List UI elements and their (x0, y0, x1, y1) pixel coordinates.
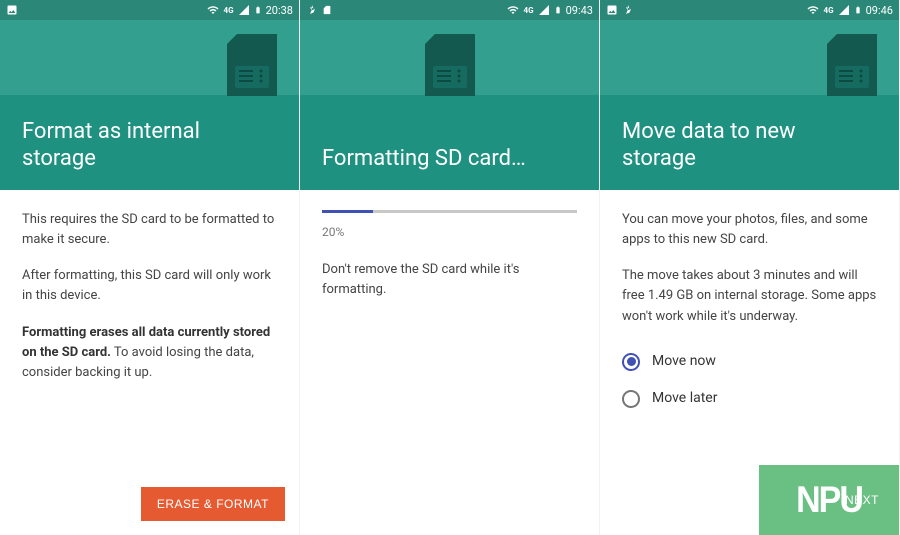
image-icon (6, 4, 18, 16)
wifi-icon (806, 4, 820, 16)
radio-label: Move later (652, 388, 717, 410)
clock: 20:38 (266, 4, 293, 17)
body-text: Don't remove the SD card while it's form… (322, 260, 577, 300)
battery-icon (254, 4, 262, 16)
sd-card-icon (227, 34, 277, 100)
wifi-icon (206, 4, 220, 16)
clock: 09:46 (866, 4, 893, 17)
pinwheel-icon (306, 4, 318, 16)
screen-format-as-internal: 4G 20:38 Format as internal storage This… (0, 0, 300, 535)
signal-icon (838, 4, 850, 16)
progress-percent: 20% (322, 223, 577, 242)
radio-move-later[interactable]: Move later (622, 380, 877, 418)
clock: 09:43 (566, 4, 593, 17)
body-text: You can move your photos, files, and som… (622, 210, 877, 250)
radio-unchecked-icon (622, 390, 640, 408)
network-label: 4G (524, 6, 534, 15)
radio-group: Move now Move later (622, 343, 877, 418)
erase-format-button[interactable]: ERASE & FORMAT (141, 487, 285, 521)
battery-icon (854, 4, 862, 16)
wifi-icon (506, 4, 520, 16)
body-text: This requires the SD card to be formatte… (22, 210, 277, 250)
content: 20% Don't remove the SD card while it's … (300, 190, 599, 336)
screen-formatting: 4G 09:43 Formatting SD card… 20% Don't r… (300, 0, 600, 535)
header: Format as internal storage (0, 0, 299, 190)
page-title: Move data to new storage (622, 119, 852, 172)
signal-icon (538, 4, 550, 16)
content: You can move your photos, files, and som… (600, 190, 899, 438)
image-icon (606, 4, 618, 16)
screen-move-data: 4G 09:46 Move data to new storage You ca… (600, 0, 900, 535)
progress-fill (322, 210, 373, 213)
network-label: 4G (224, 6, 234, 15)
radio-move-now[interactable]: Move now (622, 343, 877, 381)
status-bar: 4G 09:43 (300, 0, 599, 20)
signal-icon (238, 4, 250, 16)
sd-card-icon (827, 34, 877, 100)
header: Formatting SD card… (300, 0, 599, 190)
sd-card-icon (425, 34, 475, 100)
page-title: Formatting SD card… (322, 146, 552, 172)
next-button[interactable]: NEXT (845, 493, 879, 507)
progress-bar (322, 210, 577, 213)
content: This requires the SD card to be formatte… (0, 190, 299, 419)
sd-small-icon (322, 4, 332, 16)
status-bar: 4G 09:46 (600, 0, 899, 20)
network-label: 4G (824, 6, 834, 15)
page-title: Format as internal storage (22, 119, 252, 172)
header: Move data to new storage (600, 0, 899, 190)
pinwheel-icon (622, 4, 634, 16)
body-text: After formatting, this SD card will only… (22, 266, 277, 306)
battery-icon (554, 4, 562, 16)
radio-label: Move now (652, 351, 716, 373)
body-text: The move takes about 3 minutes and will … (622, 266, 877, 326)
radio-checked-icon (622, 353, 640, 371)
status-bar: 4G 20:38 (0, 0, 299, 20)
body-text: Formatting erases all data currently sto… (22, 323, 277, 383)
